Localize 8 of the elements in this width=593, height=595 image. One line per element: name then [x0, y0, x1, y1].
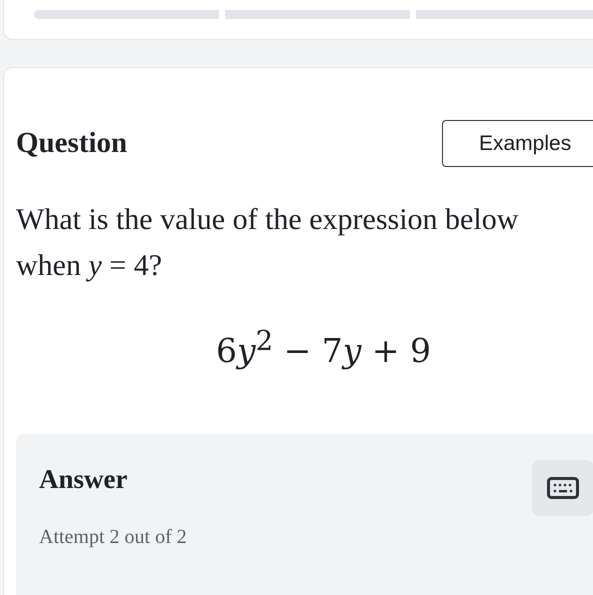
keyboard-button[interactable]	[532, 460, 593, 516]
question-text: What is the value of the expression below when y = 4?	[16, 202, 520, 284]
examples-button[interactable]: Examples	[442, 120, 593, 167]
answer-title: Answer	[39, 464, 128, 495]
question-title: Question	[16, 127, 128, 160]
keyboard-icon	[547, 477, 579, 499]
math-expression: 6𝑦$^{2}$ − 7𝑦 + 9	[216, 325, 432, 370]
attempt-count: Attempt 2 out of 2	[39, 526, 188, 549]
